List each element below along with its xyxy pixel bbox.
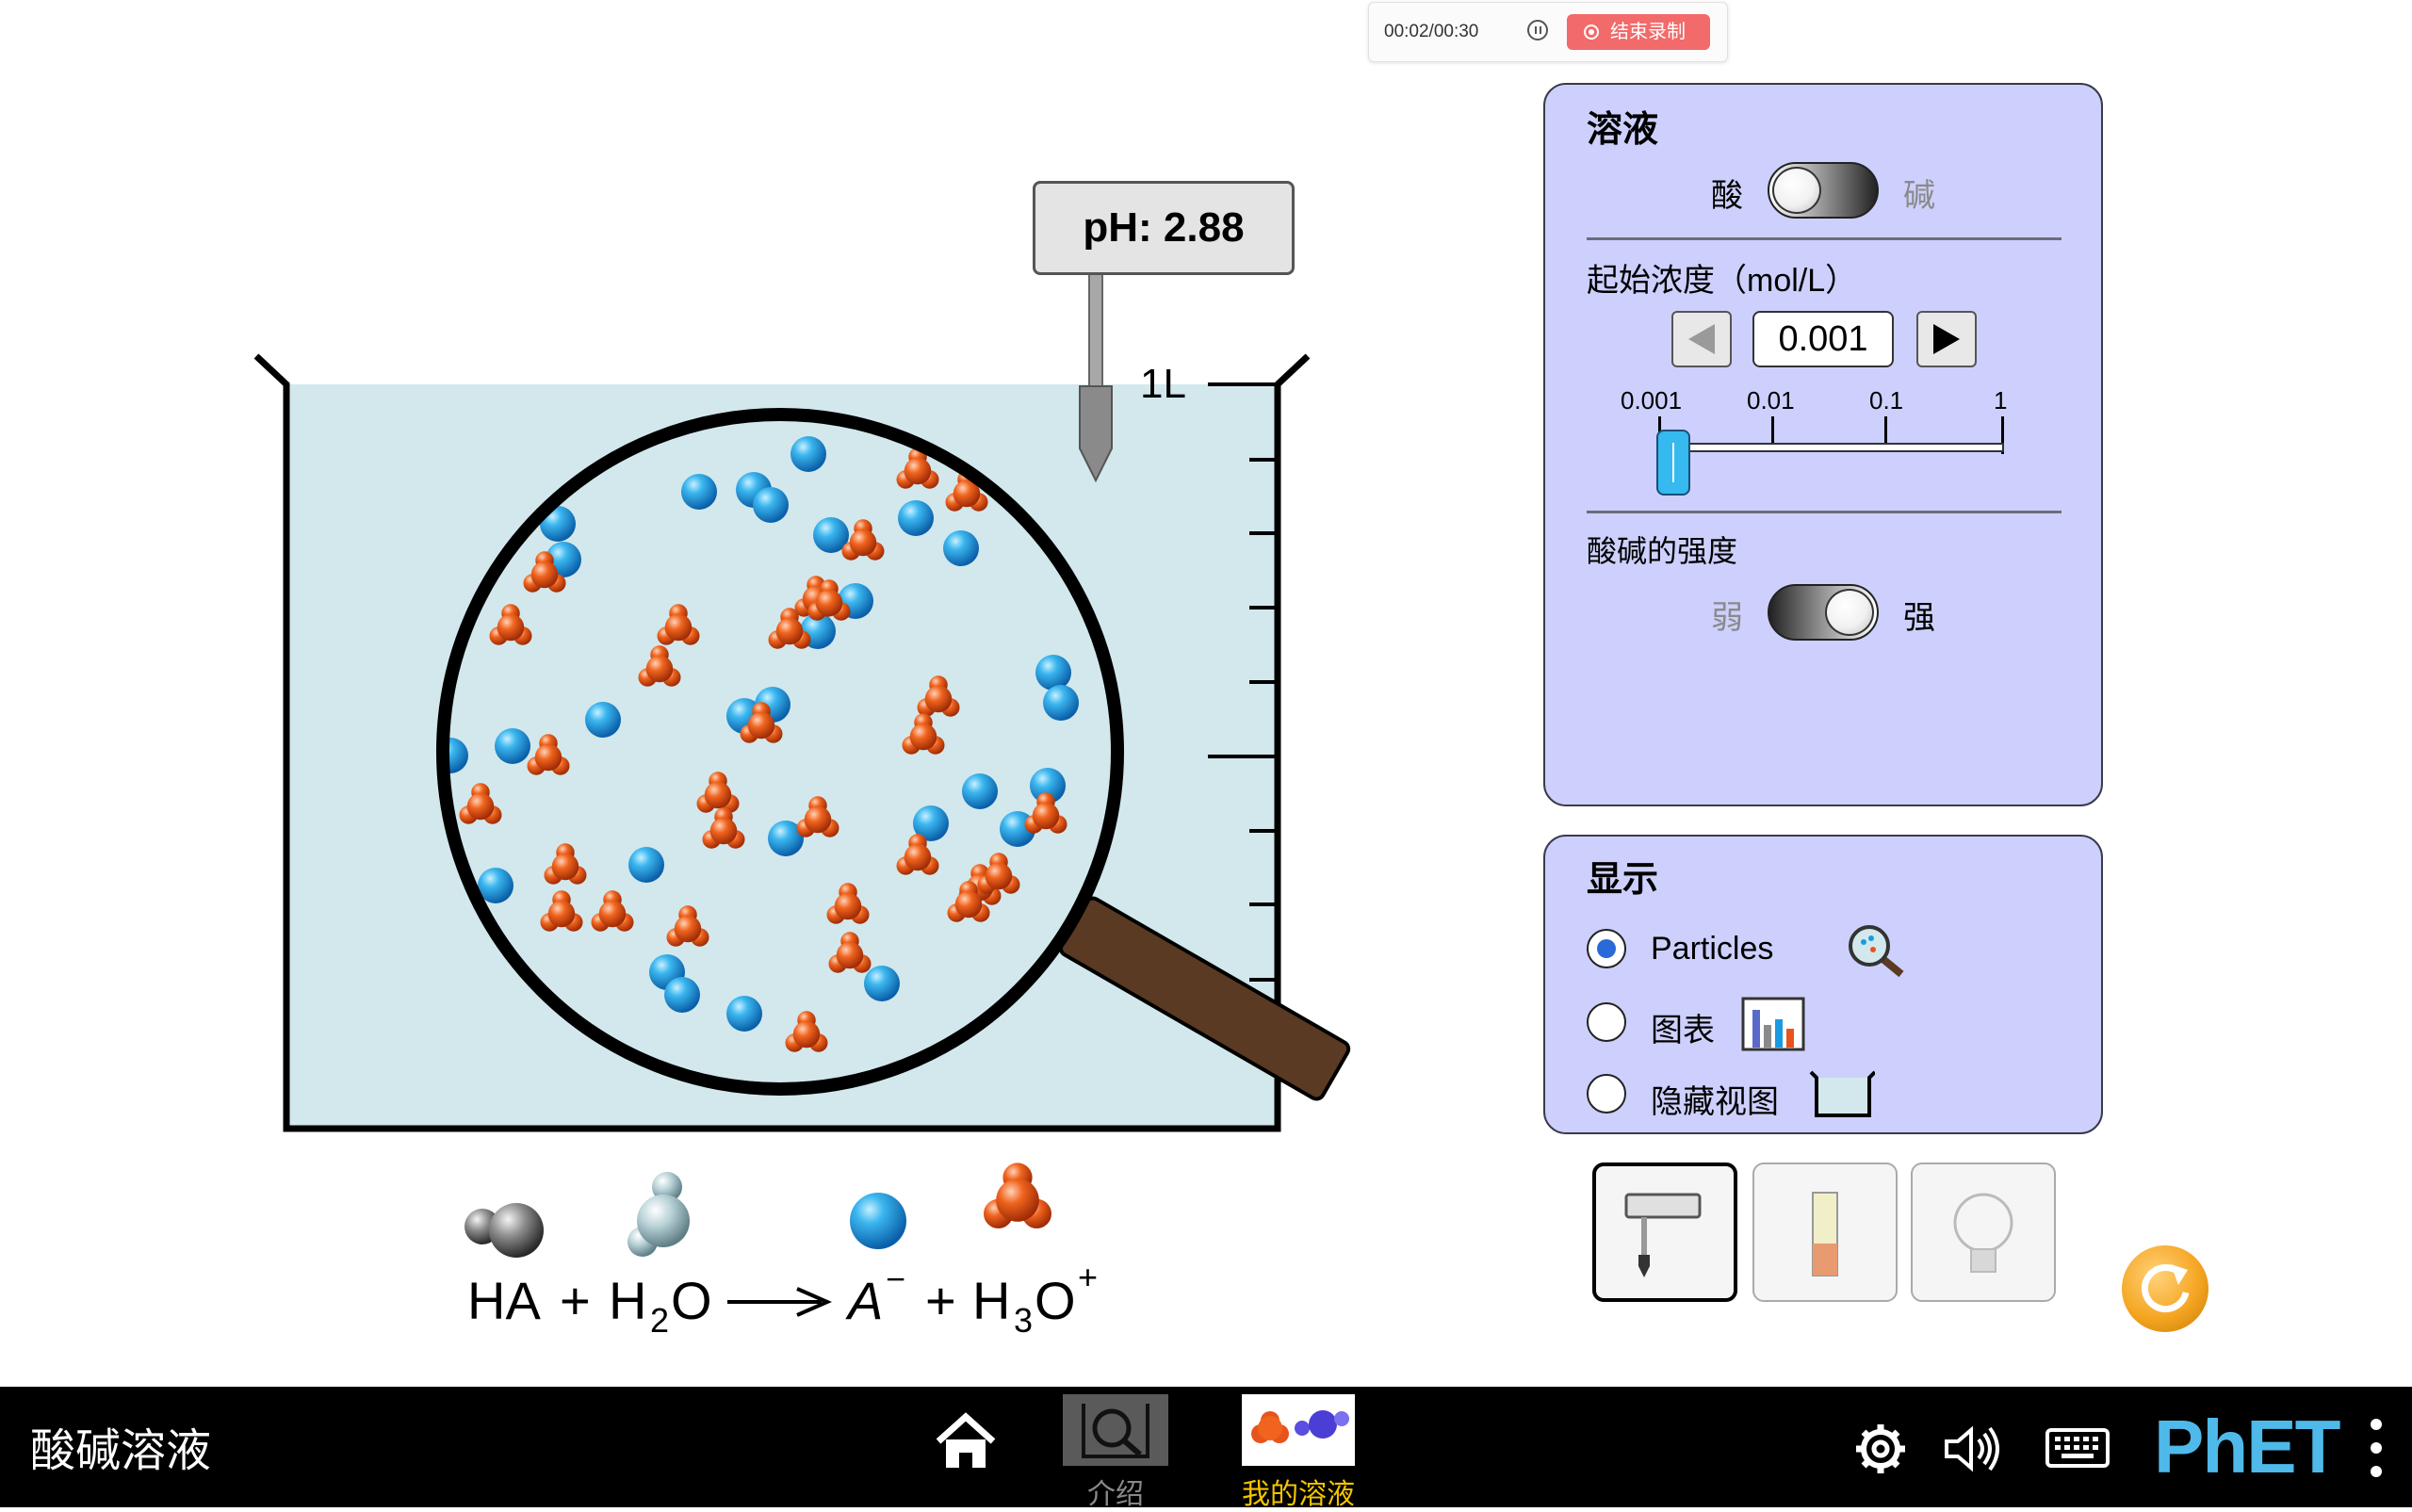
solution-panel-title: 溶液: [1587, 110, 1659, 150]
phet-logo[interactable]: PhET: [2154, 1404, 2352, 1488]
slider-tick: [1771, 416, 1774, 445]
screen-tab-label: 我的溶液: [1242, 1479, 1355, 1510]
ph-meter-readout[interactable]: pH: 2.88: [1033, 181, 1295, 275]
keyboard-icon: [2045, 1428, 2110, 1468]
base-label: 碱: [1903, 178, 1935, 214]
lightbulb-tool-button[interactable]: [1911, 1162, 2056, 1302]
equation-molecules: [464, 1162, 1051, 1258]
ph-meter-tool-button[interactable]: [1592, 1162, 1737, 1302]
slider-tick-label: 0.001: [1621, 386, 1683, 415]
concentration-value: 0.001: [1778, 319, 1868, 359]
option-label: Particles: [1651, 931, 1774, 967]
svg-text:−: −: [886, 1260, 905, 1298]
reset-icon: [2141, 1264, 2190, 1313]
svg-text:O: O: [1035, 1271, 1076, 1330]
kebab-menu-icon: [2371, 1419, 2382, 1477]
radio-button[interactable]: [1587, 929, 1626, 968]
ph-value: pH: 2.88: [1083, 204, 1245, 251]
ph-probe-shaft: [1088, 272, 1103, 387]
keyboard-help-button[interactable]: [2045, 1424, 2110, 1471]
arrow-left-icon: [1688, 324, 1715, 354]
concentration-title: 起始浓度（mol/L）: [1587, 263, 1858, 299]
arrow-right-icon: [1933, 324, 1960, 354]
radio-button[interactable]: [1587, 1074, 1626, 1114]
display-option-particles[interactable]: Particles: [1587, 923, 2058, 978]
acid-base-toggle[interactable]: [1768, 162, 1879, 219]
svg-text:+: +: [560, 1271, 591, 1330]
intro-screen-icon: [1063, 1394, 1168, 1466]
ph-paper-icon: [1812, 1192, 1838, 1276]
screen-tab-label: 介绍: [1087, 1479, 1144, 1510]
more-options-button[interactable]: [2369, 1415, 2384, 1481]
strength-title: 酸碱的强度: [1587, 534, 1738, 568]
settings-button[interactable]: [1852, 1421, 1909, 1477]
sound-button[interactable]: [1941, 1421, 2007, 1477]
slider-tick: [1884, 416, 1887, 445]
svg-text:H: H: [609, 1271, 646, 1330]
acid-label: 酸: [1711, 178, 1743, 214]
slider-tick-label: 0.01: [1747, 386, 1795, 415]
slider-tick-label: 1: [1994, 386, 2008, 415]
speaker-icon: [1945, 1425, 1999, 1472]
display-panel-title: 显示: [1587, 860, 1659, 900]
display-option-graph[interactable]: 图表: [1587, 997, 2058, 1051]
svg-text:2: 2: [650, 1301, 669, 1340]
option-label: 图表: [1651, 1013, 1715, 1049]
svg-text:H: H: [972, 1271, 1010, 1330]
decrease-concentration-button[interactable]: [1671, 311, 1732, 367]
radio-button[interactable]: [1587, 1002, 1626, 1042]
magnifier-icon: [1849, 925, 1904, 978]
reaction-equation: HA + H 2 O A − + H 3 O +: [467, 1258, 1098, 1340]
toggle-knob: [1772, 167, 1821, 214]
strong-label: 强: [1903, 600, 1935, 636]
app-title: 酸碱溶液: [30, 1426, 212, 1476]
screen-tab-my-solution[interactable]: 我的溶液: [1232, 1390, 1364, 1510]
pause-icon[interactable]: [1527, 20, 1548, 41]
beaker-volume-label: 1L: [1140, 361, 1186, 407]
option-label: 隐藏视图: [1651, 1084, 1779, 1120]
record-stop-icon: [1584, 24, 1599, 40]
display-panel: 显示 Particles 图表 隐藏视图: [1543, 835, 2103, 1134]
svg-text:HA: HA: [467, 1271, 541, 1330]
my-solution-screen-icon: [1242, 1394, 1355, 1466]
home-icon: [936, 1412, 996, 1468]
concentration-value-field[interactable]: 0.001: [1752, 311, 1894, 367]
svg-text:3: 3: [1014, 1301, 1033, 1340]
reset-all-button[interactable]: [2122, 1245, 2208, 1332]
ph-paper-tool-button[interactable]: [1752, 1162, 1898, 1302]
concentration-slider-track[interactable]: [1658, 443, 2004, 452]
lightbulb-icon: [1953, 1193, 2013, 1273]
beaker-icon: [1809, 1070, 1875, 1117]
phet-logo-text: PhET: [2154, 1405, 2340, 1488]
concentration-slider-thumb[interactable]: [1656, 430, 1690, 496]
home-button[interactable]: [933, 1411, 999, 1477]
svg-text:+: +: [1078, 1258, 1098, 1296]
svg-text:+: +: [925, 1271, 956, 1330]
svg-text:O: O: [671, 1271, 712, 1330]
toggle-knob: [1825, 589, 1874, 636]
svg-text:A: A: [845, 1271, 883, 1330]
strength-toggle[interactable]: [1768, 584, 1879, 641]
divider: [1587, 511, 2062, 513]
divider: [1587, 237, 2062, 240]
screen-tab-intro[interactable]: 介绍: [1059, 1390, 1172, 1510]
slider-tick-label: 0.1: [1869, 386, 1904, 415]
increase-concentration-button[interactable]: [1916, 311, 1977, 367]
weak-label: 弱: [1711, 600, 1743, 636]
gear-icon: [1856, 1424, 1905, 1473]
solution-panel: 溶液 酸 碱 起始浓度（mol/L） 0.001 0.001 0.01 0.1 …: [1543, 83, 2103, 806]
stop-recording-button[interactable]: 结束录制: [1567, 14, 1710, 50]
ph-meter-icon: [1624, 1193, 1702, 1277]
bar-chart-icon: [1741, 997, 1805, 1051]
stop-recording-label: 结束录制: [1610, 22, 1686, 42]
navigation-bar: 酸碱溶液 介绍 我的溶液 PhET: [0, 1387, 2412, 1510]
display-option-hide[interactable]: 隐藏视图: [1587, 1068, 2058, 1121]
